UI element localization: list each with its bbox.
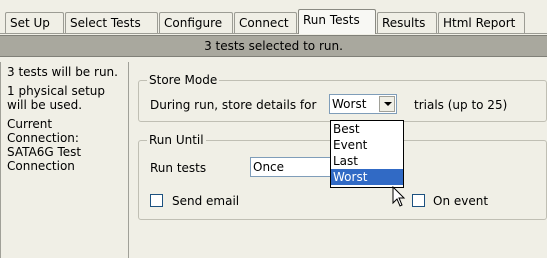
store-trials-select[interactable]: Worst	[329, 94, 397, 114]
summary-panel: 3 tests will be run. 1 physical setup wi…	[0, 62, 129, 258]
dropdown-option-last[interactable]: Last	[331, 153, 403, 169]
tab-bar: Set Up Select Tests Configure Connect Ru…	[0, 0, 547, 34]
tab-results[interactable]: Results	[377, 12, 437, 34]
store-trials-value: Worst	[332, 97, 367, 111]
tab-run-tests[interactable]: Run Tests	[298, 9, 376, 34]
setup-count-text: 1 physical setup will be used.	[7, 84, 106, 112]
tab-connect[interactable]: Connect	[234, 12, 297, 34]
run-tests-label: Run tests	[150, 161, 207, 175]
tab-select-tests[interactable]: Select Tests	[65, 12, 158, 34]
store-details-label: During run, store details for	[150, 98, 317, 112]
dropdown-option-worst[interactable]: Worst	[331, 169, 403, 185]
mouse-pointer-icon	[392, 186, 406, 207]
run-until-legend: Run Until	[147, 133, 206, 147]
current-connection-text: Current Connection: SATA6G Test Connecti…	[7, 117, 82, 173]
tab-set-up[interactable]: Set Up	[5, 12, 64, 34]
run-tests-select[interactable]: Once	[250, 157, 340, 177]
on-event-checkbox[interactable]	[412, 194, 425, 207]
on-event-label: On event	[433, 194, 489, 208]
send-email-checkbox[interactable]	[150, 194, 163, 207]
run-tests-value: Once	[253, 160, 285, 174]
send-email-label: Send email	[172, 194, 240, 208]
trials-suffix-label: trials (up to 25)	[414, 98, 508, 112]
status-bar: 3 tests selected to run.	[0, 35, 547, 57]
tab-configure[interactable]: Configure	[159, 12, 233, 34]
tab-html-report[interactable]: Html Report	[438, 12, 525, 34]
store-trials-dropdown[interactable]: Best Event Last Worst	[330, 120, 404, 188]
tests-count-text: 3 tests will be run.	[7, 65, 118, 79]
store-mode-legend: Store Mode	[147, 73, 220, 87]
dropdown-option-event[interactable]: Event	[331, 137, 403, 153]
dropdown-option-best[interactable]: Best	[331, 121, 403, 137]
tab-divider	[0, 33, 547, 34]
chevron-down-icon[interactable]	[379, 96, 395, 112]
